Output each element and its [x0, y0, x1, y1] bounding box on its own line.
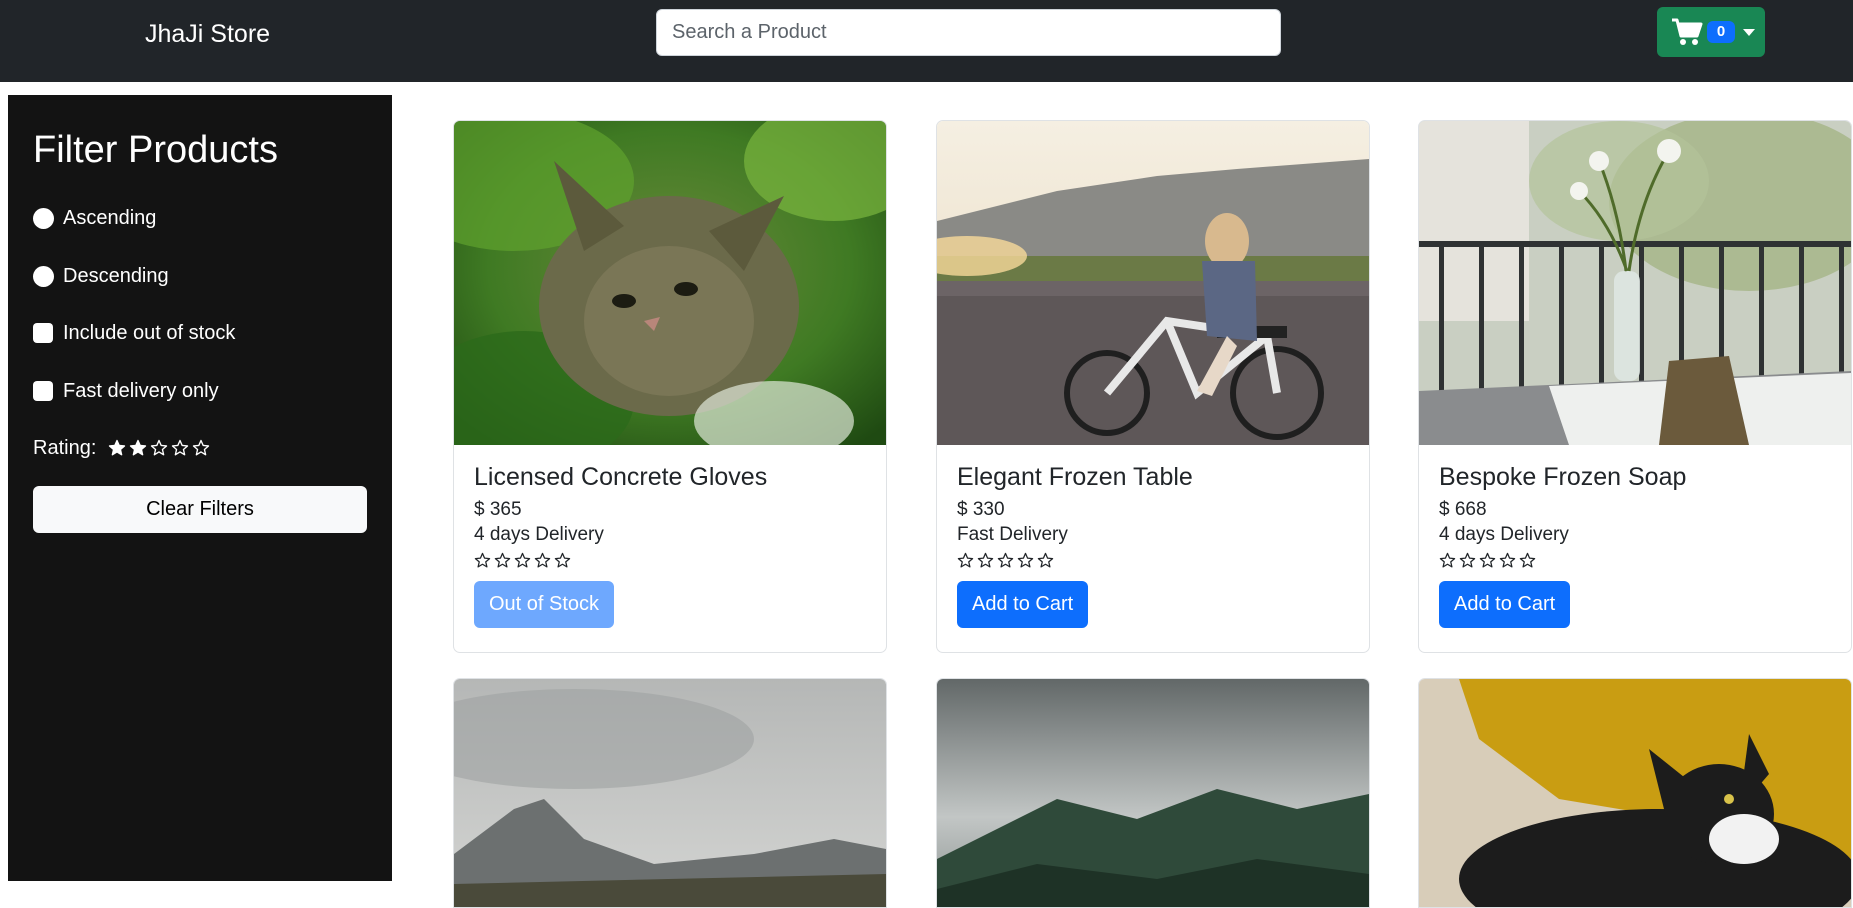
ascending-radio[interactable]: Ascending: [33, 205, 156, 231]
star-outline-icon: [514, 552, 531, 568]
star-outline-icon[interactable]: [150, 439, 168, 457]
star-outline-icon: [534, 552, 551, 568]
product-image-bicycle: [937, 121, 1369, 445]
star-outline-icon: [474, 552, 491, 568]
search-input[interactable]: [656, 9, 1281, 56]
product-card: [936, 678, 1370, 908]
star-outline-icon: [554, 552, 571, 568]
rating-label: Rating:: [33, 436, 97, 459]
filter-sidebar: Filter Products Ascending Descending Inc…: [8, 95, 392, 881]
star-outline-icon: [1439, 552, 1456, 568]
radio-circle[interactable]: [33, 265, 54, 287]
radio-circle[interactable]: [33, 207, 54, 229]
product-delivery: Fast Delivery: [957, 524, 1068, 545]
product-card: Licensed Concrete Gloves $ 365 4 days De…: [453, 120, 887, 653]
clear-filters-button[interactable]: Clear Filters: [33, 486, 367, 533]
star-outline-icon[interactable]: [171, 439, 189, 457]
product-card: Elegant Frozen Table $ 330 Fast Delivery…: [936, 120, 1370, 653]
star-outline-icon[interactable]: [192, 439, 210, 457]
product-card-body: Licensed Concrete Gloves $ 365 4 days De…: [474, 461, 870, 628]
product-delivery: 4 days Delivery: [474, 524, 604, 545]
star-outline-icon: [1499, 552, 1516, 568]
fast-delivery-label: Fast delivery only: [63, 379, 219, 402]
product-rating: [474, 549, 870, 571]
product-image-forest: [937, 679, 1369, 907]
descending-radio[interactable]: Descending: [33, 263, 169, 289]
star-outline-icon: [1017, 552, 1034, 568]
add-to-cart-button[interactable]: Add to Cart: [1439, 581, 1571, 628]
include-out-of-stock-checkbox[interactable]: Include out of stock: [33, 320, 235, 346]
star-outline-icon: [494, 552, 511, 568]
out-of-stock-button[interactable]: Out of Stock: [474, 581, 615, 628]
product-price: $ 330: [957, 499, 1005, 520]
checkbox-box[interactable]: [33, 323, 53, 343]
star-outline-icon: [1459, 552, 1476, 568]
star-outline-icon: [1519, 552, 1536, 568]
star-outline-icon: [997, 552, 1014, 568]
star-filled-icon[interactable]: [108, 439, 126, 457]
product-image-mountains: [454, 679, 886, 907]
star-filled-icon[interactable]: [129, 439, 147, 457]
product-card: [453, 678, 887, 908]
fast-delivery-checkbox[interactable]: Fast delivery only: [33, 378, 219, 404]
product-card-body: Bespoke Frozen Soap $ 668 4 days Deliver…: [1439, 461, 1835, 628]
star-outline-icon: [1037, 552, 1054, 568]
rating-stars[interactable]: [108, 439, 213, 457]
shopping-cart-icon: [1671, 18, 1703, 46]
add-to-cart-button[interactable]: Add to Cart: [957, 581, 1089, 628]
rating-filter: Rating:: [33, 435, 213, 461]
product-delivery: 4 days Delivery: [1439, 524, 1569, 545]
cart-count-badge: 0: [1707, 21, 1735, 43]
product-image-cat-pillow: [1419, 679, 1851, 907]
navbar: JhaJi Store 0: [0, 0, 1853, 82]
product-name: Bespoke Frozen Soap: [1439, 463, 1687, 491]
product-name: Elegant Frozen Table: [957, 463, 1193, 491]
out-of-stock-label: Include out of stock: [63, 321, 236, 344]
product-rating: [1439, 549, 1835, 571]
descending-label: Descending: [63, 264, 169, 287]
star-outline-icon: [977, 552, 994, 568]
product-card: [1418, 678, 1852, 908]
product-price: $ 668: [1439, 499, 1487, 520]
product-card: Bespoke Frozen Soap $ 668 4 days Deliver…: [1418, 120, 1852, 653]
product-price: $ 365: [474, 499, 522, 520]
brand-title[interactable]: JhaJi Store: [145, 18, 270, 50]
product-name: Licensed Concrete Gloves: [474, 463, 768, 491]
checkbox-box[interactable]: [33, 381, 53, 401]
chevron-down-icon: [1743, 28, 1755, 36]
product-image-kitten: [454, 121, 886, 445]
star-outline-icon: [1479, 552, 1496, 568]
product-card-body: Elegant Frozen Table $ 330 Fast Delivery…: [957, 461, 1353, 628]
ascending-label: Ascending: [63, 206, 157, 229]
product-rating: [957, 549, 1353, 571]
product-image-vase: [1419, 121, 1851, 445]
filter-title: Filter Products: [33, 129, 278, 171]
star-outline-icon: [957, 552, 974, 568]
cart-dropdown-button[interactable]: 0: [1657, 7, 1765, 57]
